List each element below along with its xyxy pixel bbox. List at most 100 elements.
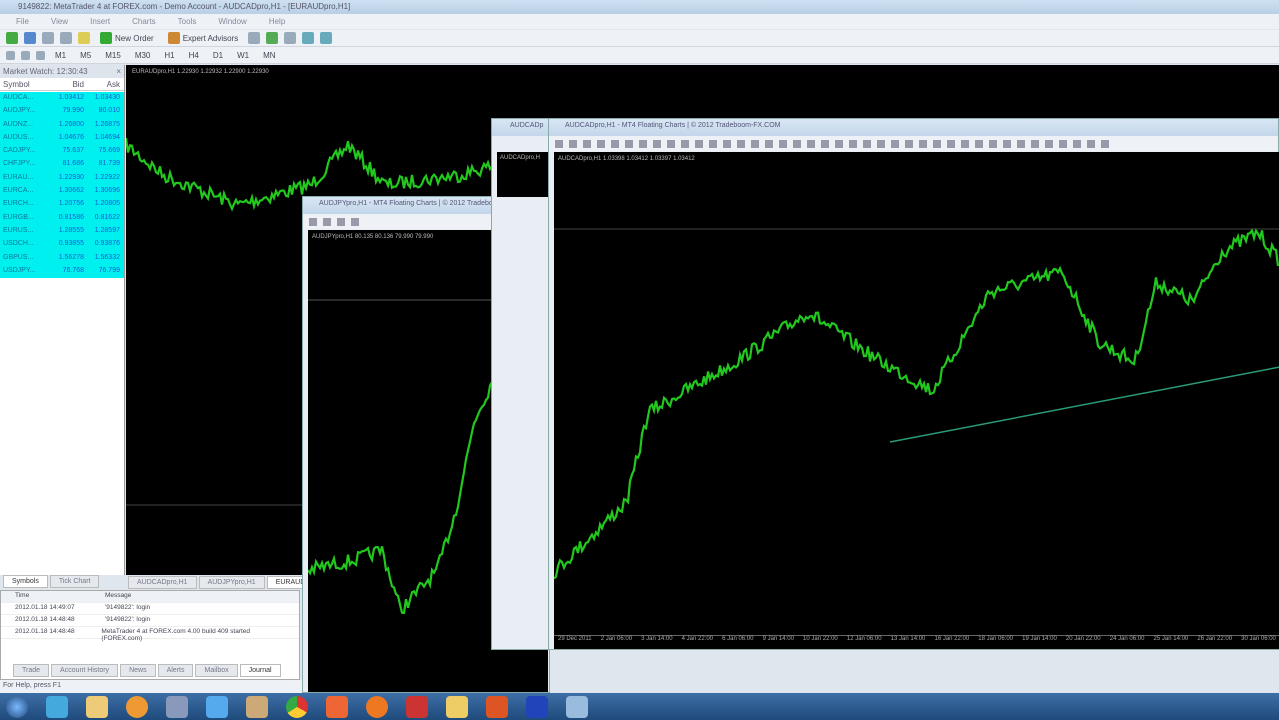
zoom-out-icon[interactable] xyxy=(320,32,333,44)
tool-icon[interactable] xyxy=(919,139,927,148)
app-icon-4[interactable] xyxy=(526,695,548,718)
candles-icon[interactable] xyxy=(266,32,279,44)
expert-advisors-button[interactable]: Expert Advisors xyxy=(164,31,243,45)
market-watch-row[interactable]: USDJPY... 76.768 76.799 xyxy=(0,264,124,279)
close-icon[interactable]: × xyxy=(116,67,121,76)
menu-charts[interactable]: Charts xyxy=(132,17,156,26)
tool-icon[interactable] xyxy=(695,139,703,148)
tool-icon[interactable] xyxy=(723,139,731,148)
tab-symbols[interactable]: Symbols xyxy=(3,575,48,588)
terminal-tab-account-history[interactable]: Account History xyxy=(51,664,119,677)
tool-icon[interactable] xyxy=(611,139,619,148)
market-watch-row[interactable]: AUDCA... 1.03412 1.03430 xyxy=(0,92,124,106)
tool-icon[interactable] xyxy=(1045,139,1053,148)
terminal-tab-journal[interactable]: Journal xyxy=(239,664,281,677)
tool-icon[interactable] xyxy=(639,139,647,148)
col-symbol[interactable]: Symbol xyxy=(3,80,48,89)
tool-icon[interactable] xyxy=(975,139,983,148)
menu-tools[interactable]: Tools xyxy=(178,17,197,26)
col-bid[interactable]: Bid xyxy=(48,80,84,89)
tool-icon[interactable] xyxy=(821,139,829,148)
powerpoint-icon[interactable] xyxy=(486,695,508,718)
app-icon-2[interactable] xyxy=(246,695,268,718)
journal-row[interactable]: 2012.01.18 14:48:48 MetaTrader 4 at FOREX… xyxy=(1,627,299,642)
period-m5[interactable]: M5 xyxy=(76,50,95,61)
market-watch-row[interactable]: AUDNZ... 1.26800 1.26875 xyxy=(0,118,124,132)
tool-icon[interactable] xyxy=(933,139,941,148)
app-icon-5[interactable] xyxy=(566,695,588,718)
trendline[interactable] xyxy=(889,366,1279,443)
firefox-icon[interactable] xyxy=(366,695,388,718)
menu-help[interactable]: Help xyxy=(269,17,285,26)
chart-tab[interactable]: AUDCADpro,H1 xyxy=(128,576,197,589)
audcad-chart[interactable]: AUDCADpro,H1 1.03398 1.03412 1.03397 1.0… xyxy=(554,152,1279,649)
tool-icon[interactable] xyxy=(709,139,717,148)
media-player-icon[interactable] xyxy=(126,695,148,718)
terminal-tab-alerts[interactable]: Alerts xyxy=(157,664,194,677)
period-m15[interactable]: M15 xyxy=(101,50,125,61)
menu-file[interactable]: File xyxy=(16,17,29,26)
market-watch-row[interactable]: USDCH... 0.93855 0.93876 xyxy=(0,238,124,252)
market-watch-row[interactable]: AUDJPY... 79.990 80.010 xyxy=(0,105,124,119)
bar-chart-icon[interactable] xyxy=(248,32,261,44)
tool-icon[interactable] xyxy=(877,139,885,148)
tool-icon[interactable] xyxy=(835,139,843,148)
crosshair-icon[interactable] xyxy=(21,50,30,60)
market-watch-row[interactable]: GBPUS... 1.56278 1.56332 xyxy=(0,251,124,265)
period-w1[interactable]: W1 xyxy=(233,50,253,61)
tool-icon[interactable] xyxy=(961,139,969,148)
period-h1[interactable]: H1 xyxy=(160,50,178,61)
tool-icon[interactable] xyxy=(625,139,633,148)
period-m30[interactable]: M30 xyxy=(131,50,155,61)
terminal-tab-news[interactable]: News xyxy=(120,664,156,677)
tool-icon[interactable] xyxy=(947,139,955,148)
crosshair-icon[interactable] xyxy=(323,217,331,226)
line-chart-icon[interactable] xyxy=(284,32,297,44)
line-icon[interactable] xyxy=(337,217,345,226)
chart-tab[interactable]: AUDJPYpro,H1 xyxy=(198,576,265,589)
market-watch-row[interactable]: EURCA... 1.30662 1.30696 xyxy=(0,185,124,199)
market-watch-row[interactable]: EURUS... 1.28555 1.28597 xyxy=(0,224,124,239)
journal-row[interactable]: 2012.01.18 14:48:48 '9149822': login xyxy=(1,615,299,627)
tool-icon[interactable] xyxy=(891,139,899,148)
app-icon[interactable] xyxy=(166,695,188,718)
new-order-button[interactable]: New Order xyxy=(96,31,158,45)
tool-icon[interactable] xyxy=(1073,139,1081,148)
period-h4[interactable]: H4 xyxy=(185,50,203,61)
audcad-back-title[interactable]: AUDCADp xyxy=(492,119,550,136)
zoom-in-icon[interactable] xyxy=(302,32,315,44)
menu-insert[interactable]: Insert xyxy=(90,17,110,26)
trendline-icon[interactable] xyxy=(36,50,45,60)
navigator-icon[interactable] xyxy=(60,32,72,44)
market-watch-row[interactable]: EURCH... 1.20756 1.20805 xyxy=(0,198,124,212)
market-watch-row[interactable]: EURGB... 0.81586 0.81622 xyxy=(0,211,124,225)
tool-icon[interactable] xyxy=(989,139,997,148)
ie-icon[interactable] xyxy=(46,695,68,718)
tool-icon[interactable] xyxy=(667,139,675,148)
tool-icon[interactable] xyxy=(1101,139,1109,148)
market-watch-row[interactable]: CHFJPY... 81.686 81.739 xyxy=(0,158,124,172)
tool-icon[interactable] xyxy=(793,139,801,148)
period-m1[interactable]: M1 xyxy=(51,50,70,61)
terminal-icon[interactable] xyxy=(78,32,90,44)
tool-icon[interactable] xyxy=(569,139,577,148)
tool-icon[interactable] xyxy=(807,139,815,148)
metatrader-icon[interactable] xyxy=(406,695,428,718)
folder-icon[interactable] xyxy=(446,695,468,718)
market-watch-row[interactable]: EURAU... 1.22930 1.22922 xyxy=(0,171,124,186)
tool-icon[interactable] xyxy=(849,139,857,148)
tool-icon[interactable] xyxy=(1017,139,1025,148)
profiles-icon[interactable] xyxy=(24,32,36,44)
tool-icon[interactable] xyxy=(1087,139,1095,148)
audcad-back-chart[interactable]: AUDCADpro,H xyxy=(497,152,552,197)
tool-icon[interactable] xyxy=(1059,139,1067,148)
period-d1[interactable]: D1 xyxy=(209,50,227,61)
tool-icon[interactable] xyxy=(681,139,689,148)
period-mn[interactable]: MN xyxy=(259,50,279,61)
explorer-icon[interactable] xyxy=(86,695,108,718)
app-icon-3[interactable] xyxy=(326,695,348,718)
market-watch-icon[interactable] xyxy=(42,32,54,44)
tool-icon[interactable] xyxy=(1031,139,1039,148)
audcad-window-title[interactable]: AUDCADpro,H1 - MT4 Floating Charts | © 2… xyxy=(549,119,1278,136)
cursor-icon[interactable] xyxy=(309,217,317,226)
